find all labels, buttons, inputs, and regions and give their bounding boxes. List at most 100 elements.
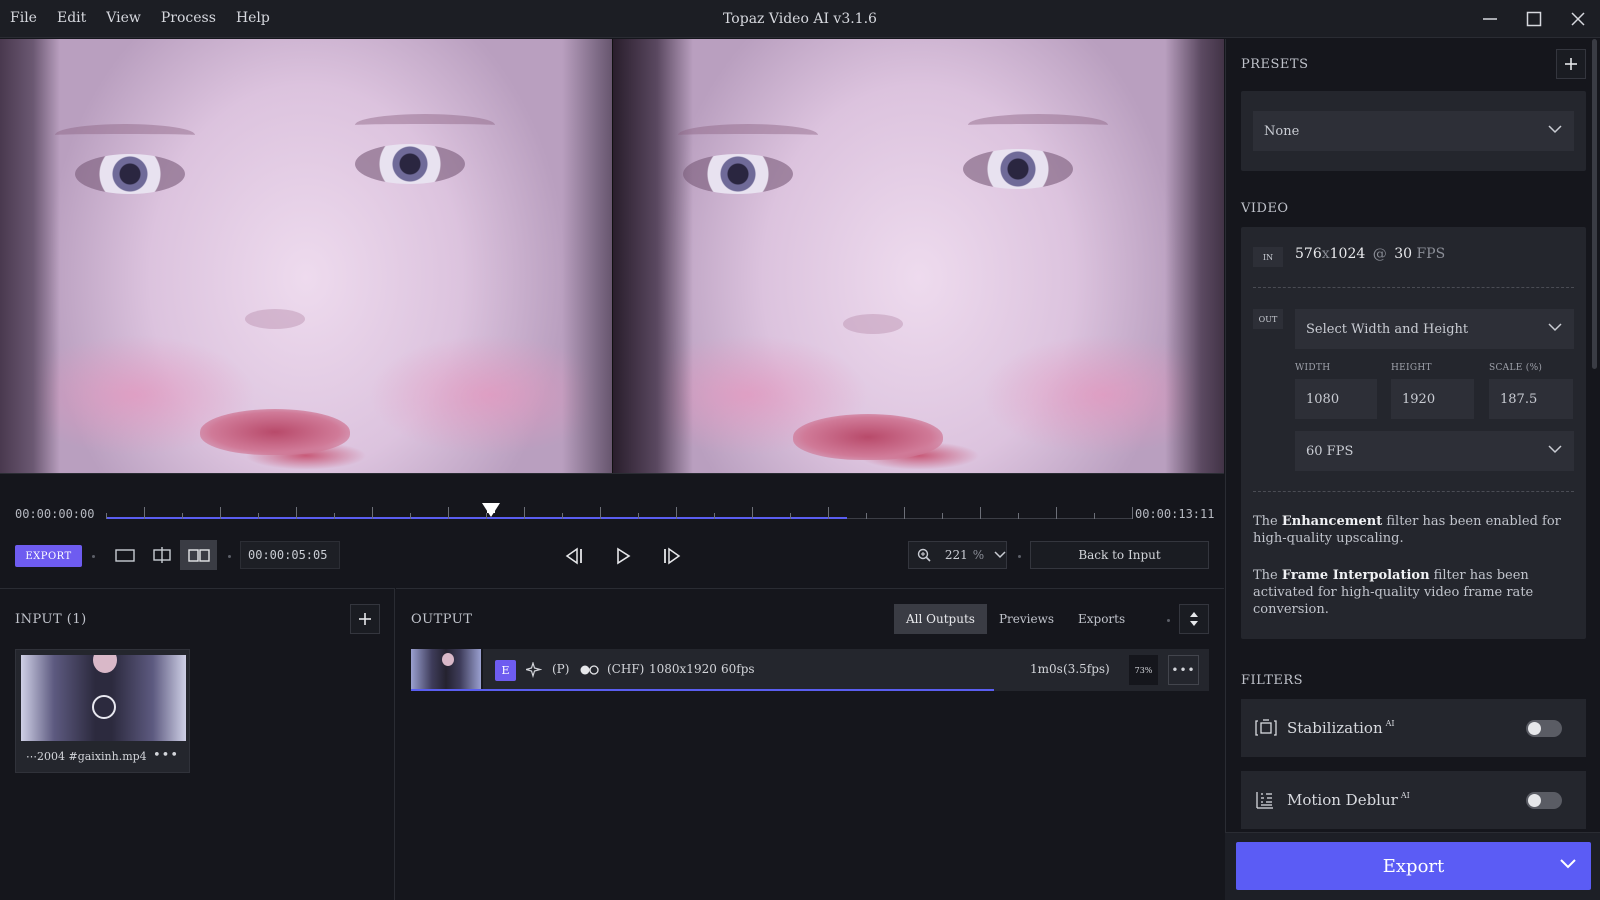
preview-area[interactable]	[0, 39, 1224, 473]
hair-shape	[0, 39, 60, 473]
menu-file[interactable]: File	[10, 10, 37, 26]
timeline-tick	[258, 513, 259, 519]
back-to-input-button[interactable]: Back to Input	[1030, 541, 1209, 569]
spider-logo	[92, 695, 116, 719]
close-button[interactable]	[1556, 0, 1600, 38]
preset-select[interactable]: None	[1253, 111, 1574, 151]
timeline-tick	[144, 507, 145, 519]
fps-select[interactable]: 60 FPS	[1295, 431, 1574, 471]
eye-shape	[963, 149, 1073, 189]
motion-deblur-name: Motion Deblur	[1287, 791, 1398, 809]
thumb-head	[442, 653, 454, 666]
note1-bold: Enhancement	[1281, 514, 1383, 529]
eye-shape	[75, 154, 185, 194]
chevron-down-icon	[1548, 445, 1562, 454]
note1-pre: The	[1253, 514, 1282, 529]
face-image-input	[0, 39, 612, 473]
hair-shape	[562, 39, 612, 473]
current-time-field[interactable]: 00:00:05:05	[240, 541, 340, 569]
eyebrow-shape	[55, 124, 195, 146]
chevron-down-icon[interactable]	[1559, 858, 1577, 870]
stabilization-label: Stabilization AI	[1287, 719, 1395, 737]
output-label: OUTPUT	[411, 612, 473, 627]
input-width: 576	[1295, 246, 1322, 262]
input-preview[interactable]	[0, 39, 612, 473]
timeline-tick	[904, 507, 905, 519]
input-file-name: ⋯2004 #gaixinh.mp4	[26, 750, 147, 763]
tab-all-outputs[interactable]: All Outputs	[894, 604, 987, 634]
output-size-select[interactable]: Select Width and Height	[1295, 309, 1574, 349]
input-panel: INPUT (1) ⋯2004 #gaixinh.mp4 •••	[0, 588, 395, 900]
tab-previews[interactable]: Previews	[987, 604, 1066, 634]
export-label: Export	[1382, 855, 1445, 877]
timeline-tick	[334, 513, 335, 519]
in-tag: IN	[1253, 247, 1283, 267]
filter-stabilization[interactable]: Stabilization AI	[1241, 699, 1586, 757]
interpolation-icon	[580, 665, 599, 675]
output-preview[interactable]	[613, 39, 1224, 473]
title-bar: File Edit View Process Help Topaz Video …	[0, 0, 1600, 38]
sort-button[interactable]	[1179, 604, 1209, 634]
filters-label: FILTERS	[1241, 673, 1304, 688]
width-input[interactable]: 1080	[1295, 379, 1377, 419]
face-image-output	[613, 39, 1224, 473]
timeline-tick	[182, 513, 183, 519]
separator-dot	[1167, 619, 1170, 622]
width-label: WIDTH	[1295, 363, 1331, 373]
single-view-button[interactable]	[106, 540, 143, 570]
scale-label: SCALE (%)	[1489, 363, 1543, 373]
maximize-icon	[1526, 11, 1542, 27]
sidebar-scrollbar[interactable]	[1592, 39, 1597, 369]
menu-edit[interactable]: Edit	[57, 10, 86, 26]
input-more-button[interactable]: •••	[153, 748, 179, 763]
model-tag: (CHF)	[607, 662, 645, 676]
height-input[interactable]: 1920	[1391, 379, 1474, 419]
add-preset-button[interactable]	[1556, 49, 1586, 79]
note2-pre: The	[1253, 568, 1282, 583]
motion-deblur-toggle[interactable]	[1526, 792, 1562, 809]
menu-view[interactable]: View	[106, 10, 141, 26]
scale-input[interactable]: 187.5	[1489, 379, 1573, 419]
enhancement-note: The Enhancement filter has been enabled …	[1253, 513, 1573, 547]
output-row[interactable]: E (P) (CHF) 1080x1920 60fps 1m0s (3.5fps…	[411, 649, 1209, 691]
output-fps: 60fps	[721, 662, 755, 676]
timeline-tick	[1056, 507, 1057, 519]
timeline-track[interactable]	[106, 503, 1133, 519]
export-button[interactable]: Export	[1236, 842, 1591, 890]
stabilization-icon	[1255, 719, 1277, 736]
timeline-tick	[714, 513, 715, 519]
side-by-side-view-button[interactable]	[180, 540, 217, 570]
eyebrow-shape	[678, 124, 818, 146]
motion-deblur-label: Motion Deblur AI	[1287, 791, 1410, 809]
dashed-divider	[1253, 491, 1574, 492]
timeline-tick	[828, 507, 829, 519]
timeline-tick	[1018, 513, 1019, 519]
output-more-button[interactable]: •••	[1168, 655, 1199, 685]
add-input-button[interactable]	[350, 604, 380, 634]
filter-motion-deblur[interactable]: Motion Deblur AI	[1241, 771, 1586, 829]
output-thumbnail	[411, 649, 483, 691]
side-by-side-icon	[187, 549, 210, 562]
input-file-card[interactable]: ⋯2004 #gaixinh.mp4 •••	[15, 649, 190, 773]
play-button[interactable]	[611, 544, 635, 568]
menu-help[interactable]: Help	[236, 10, 270, 26]
menu-bar: File Edit View Process Help	[10, 10, 290, 26]
tab-exports[interactable]: Exports	[1066, 604, 1137, 634]
zoom-select[interactable]: 221 %	[908, 541, 1007, 569]
eye-shape	[683, 154, 793, 194]
export-small-button[interactable]: EXPORT	[15, 545, 82, 567]
menu-process[interactable]: Process	[161, 10, 216, 26]
timeline-tick	[106, 513, 107, 519]
stabilization-toggle[interactable]	[1526, 720, 1562, 737]
next-frame-button[interactable]	[660, 544, 684, 568]
playhead[interactable]	[481, 503, 500, 517]
minimize-button[interactable]	[1468, 0, 1512, 38]
output-progress-bar	[411, 689, 994, 691]
timeline-tick	[562, 513, 563, 519]
close-icon	[1571, 12, 1585, 26]
split-view-button[interactable]	[143, 540, 180, 570]
nose-shape	[843, 314, 903, 334]
timeline-tick	[790, 513, 791, 519]
maximize-button[interactable]	[1512, 0, 1556, 38]
prev-frame-button[interactable]	[562, 544, 586, 568]
